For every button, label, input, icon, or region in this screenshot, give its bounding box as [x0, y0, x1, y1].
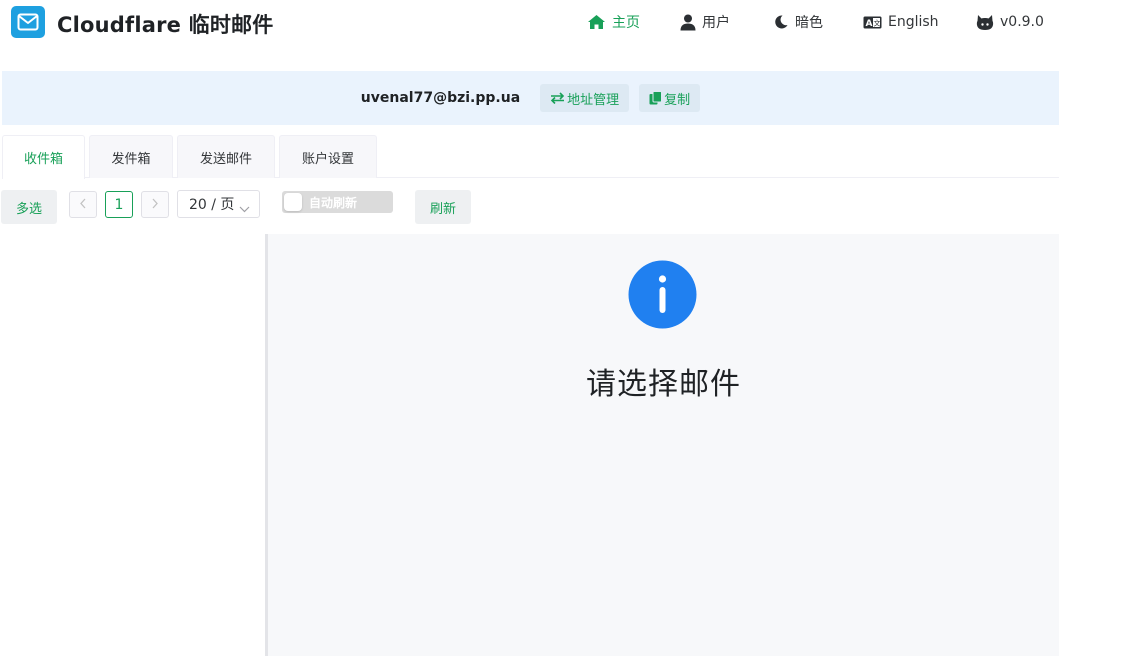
- chevron-right-icon: [151, 197, 159, 213]
- copy-label: 复制: [664, 92, 691, 108]
- mail-list: [0, 234, 265, 656]
- address-manage-button[interactable]: 地址管理: [540, 84, 630, 112]
- header: Cloudflare 临时邮件 主页 用户 暗色 A 文 English v0.…: [0, 0, 1059, 48]
- tab-inbox[interactable]: 收件箱: [2, 135, 85, 179]
- nav-user[interactable]: 用户: [680, 10, 730, 34]
- moon-icon: [773, 14, 789, 30]
- app-root: Cloudflare 临时邮件 主页 用户 暗色 A 文 English v0.…: [0, 0, 1130, 656]
- address-manage-label: 地址管理: [567, 92, 620, 108]
- auto-refresh-toggle[interactable]: 自动刷新: [282, 191, 393, 213]
- email-address: uvenal77@bzi.pp.ua: [360, 90, 521, 106]
- nav-github[interactable]: v0.9.0: [976, 10, 1044, 34]
- prev-page-button[interactable]: [69, 191, 97, 218]
- copy-button[interactable]: 复制: [639, 84, 701, 112]
- nav-home-label: 主页: [612, 15, 640, 31]
- nav-dark-mode-label: 暗色: [795, 15, 823, 31]
- refresh-button[interactable]: 刷新: [415, 190, 471, 224]
- page-number-current[interactable]: 1: [105, 191, 133, 218]
- address-bar: uvenal77@bzi.pp.ua 地址管理 复制: [2, 71, 1059, 125]
- github-icon: [976, 14, 994, 31]
- page-size-value: 20 / 页: [189, 197, 235, 213]
- auto-refresh-label: 自动刷新: [309, 196, 358, 210]
- chevron-left-icon: [79, 197, 87, 213]
- nav-user-label: 用户: [702, 15, 730, 31]
- toggle-knob: [284, 193, 302, 211]
- svg-text:A: A: [866, 19, 873, 29]
- tab-compose[interactable]: 发送邮件: [177, 135, 275, 178]
- tab-account-settings[interactable]: 账户设置: [279, 135, 377, 178]
- translate-icon: A 文: [863, 16, 882, 29]
- page-size-select[interactable]: 20 / 页: [177, 190, 260, 218]
- nav-version-label: v0.9.0: [1000, 14, 1044, 30]
- multi-select-button[interactable]: 多选: [1, 190, 57, 224]
- empty-state-text: 请选择邮件: [586, 367, 741, 402]
- info-icon: [628, 260, 697, 333]
- app-title[interactable]: Cloudflare 临时邮件: [57, 9, 273, 39]
- nav-language[interactable]: A 文 English: [863, 10, 939, 34]
- chevron-down-icon: [239, 201, 250, 217]
- copy-icon: [649, 91, 663, 105]
- nav-language-label: English: [888, 14, 939, 30]
- next-page-button[interactable]: [141, 191, 169, 218]
- swap-icon: [550, 92, 565, 104]
- svg-text:文: 文: [874, 18, 881, 27]
- nav-dark-mode[interactable]: 暗色: [773, 10, 823, 34]
- nav-home[interactable]: 主页: [587, 10, 640, 34]
- user-icon: [680, 14, 696, 31]
- tab-sent[interactable]: 发件箱: [89, 135, 173, 178]
- mail-detail: 请选择邮件: [268, 234, 1059, 656]
- mail-icon[interactable]: [11, 6, 45, 38]
- mail-tabs: 收件箱 发件箱 发送邮件 账户设置: [2, 135, 1059, 179]
- home-icon: [587, 14, 606, 30]
